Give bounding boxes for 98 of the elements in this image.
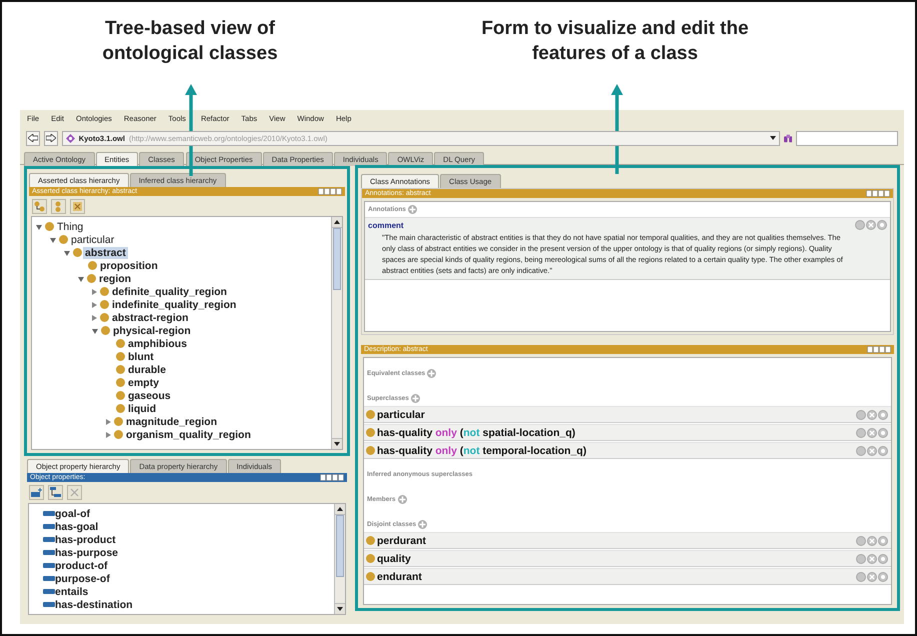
delete-button[interactable] (867, 428, 877, 438)
plus-icon (398, 496, 406, 503)
tree-item[interactable]: proposition (98, 260, 160, 272)
tree-item[interactable]: amphibious (126, 338, 189, 350)
add-button[interactable] (410, 394, 420, 403)
binoculars-icon (784, 134, 792, 142)
close-icon (867, 221, 875, 229)
circle-icon (880, 538, 886, 544)
property-item[interactable]: has-product (55, 534, 116, 546)
circle-icon (880, 430, 886, 436)
delete-class-button[interactable] (70, 199, 85, 214)
property-item[interactable]: goal-of (55, 508, 90, 520)
arrow-icon (46, 134, 56, 142)
class-expression: quality (377, 552, 412, 564)
add-subproperty-button[interactable] (48, 485, 63, 500)
tree-item[interactable]: blunt (126, 350, 156, 362)
property-icon (43, 576, 55, 581)
property-icon (43, 602, 55, 607)
class-expression: has-quality only (not spatial-location_q) (377, 426, 576, 438)
ontology-icon (66, 134, 75, 142)
circle-icon (879, 222, 885, 228)
delete-button[interactable] (867, 554, 877, 564)
add-property-button[interactable] (29, 485, 44, 500)
panel-controls-icon (866, 190, 890, 197)
delete-icon (70, 488, 79, 497)
tree-item[interactable]: organism_quality_region (124, 428, 253, 440)
delete-button[interactable] (867, 572, 877, 582)
panel-controls-icon (320, 474, 344, 481)
plus-icon (428, 370, 436, 377)
add-button[interactable] (408, 205, 417, 214)
property-item[interactable]: product-of (55, 560, 108, 572)
plus-icon (419, 521, 426, 528)
property-icon (43, 537, 55, 542)
panel-controls-icon (867, 346, 891, 353)
scrollbar[interactable] (334, 504, 345, 614)
scrollbar[interactable] (331, 217, 342, 449)
property-add-icon (31, 488, 42, 497)
edit-button[interactable] (877, 220, 887, 230)
forward-button[interactable] (44, 130, 58, 146)
dropdown-caret-icon (770, 136, 776, 140)
plus-icon (412, 395, 419, 402)
tree-item[interactable]: abstract (83, 246, 128, 258)
class-expression: particular (377, 408, 426, 420)
property-item[interactable]: has-goal (55, 520, 98, 532)
property-icon (43, 524, 55, 529)
delete-icon (72, 201, 83, 212)
tree-item[interactable]: physical-region (111, 324, 193, 336)
delete-button[interactable] (867, 446, 877, 456)
property-icon (43, 550, 55, 555)
delete-button[interactable] (867, 536, 877, 546)
info-button[interactable] (855, 220, 865, 230)
annotation-property[interactable]: comment (368, 220, 404, 230)
tree-item[interactable]: gaseous (126, 390, 173, 402)
circle-icon (880, 574, 886, 580)
tree-item[interactable]: region (97, 272, 134, 284)
caption: Tree-based view of ontological classes (101, 17, 279, 66)
tree-item[interactable]: liquid (126, 402, 158, 414)
class-expression: endurant (377, 570, 423, 582)
tree-item[interactable]: magnitude_region (124, 416, 220, 428)
property-item[interactable]: purpose-of (55, 572, 110, 584)
circle-icon (880, 412, 886, 418)
add-button[interactable] (398, 495, 407, 504)
property-item[interactable]: entails (55, 586, 88, 598)
close-icon (868, 536, 876, 544)
tree-item[interactable]: empty (126, 376, 161, 388)
tree-item[interactable]: particular (69, 234, 116, 246)
property-icon (43, 511, 55, 516)
subproperty-icon (50, 487, 61, 498)
close-icon (868, 446, 876, 454)
tree-item[interactable]: Thing (55, 220, 86, 232)
property-item[interactable]: has-destination (55, 598, 133, 610)
plus-icon (408, 206, 416, 213)
caption: Form to visualize and edit the features of a class (480, 17, 750, 66)
circle-icon (880, 448, 886, 454)
search-field[interactable] (796, 130, 898, 146)
add-subclass-button[interactable] (32, 199, 47, 214)
class-expression: perdurant (377, 534, 428, 546)
tree-item[interactable]: indefinite_quality_region (110, 298, 238, 310)
arrow-icon (28, 134, 38, 142)
circle-icon (880, 556, 886, 562)
panel-controls-icon (318, 188, 342, 195)
subclass-icon (34, 201, 45, 212)
delete-button[interactable] (867, 410, 877, 420)
close-icon (868, 572, 876, 580)
close-icon (868, 410, 876, 418)
close-icon (868, 554, 876, 562)
class-expression: has-quality only (not temporal-location_q) (377, 444, 588, 456)
tree-item[interactable]: abstract-region (110, 312, 190, 324)
add-button[interactable] (418, 520, 428, 529)
back-button[interactable] (26, 130, 40, 146)
close-icon (868, 428, 876, 436)
tree-item[interactable]: definite_quality_region (110, 286, 229, 298)
property-item[interactable]: has-purpose (55, 546, 118, 558)
property-icon (43, 563, 55, 568)
add-button[interactable] (427, 369, 436, 378)
property-icon (43, 589, 55, 594)
delete-button[interactable] (866, 220, 876, 230)
tree-item[interactable]: durable (126, 364, 168, 376)
